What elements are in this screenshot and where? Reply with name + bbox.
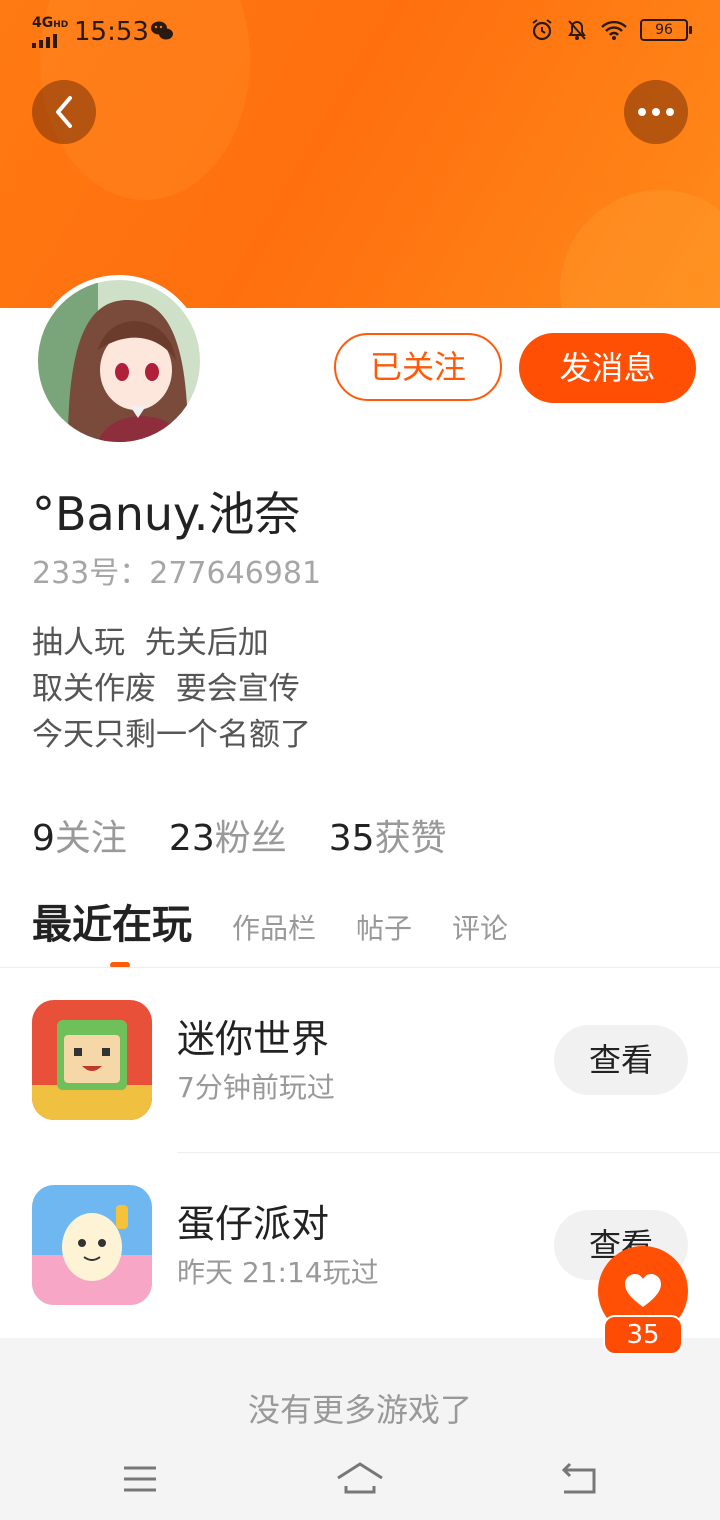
- game-last-played: 昨天 21:14玩过: [177, 1256, 379, 1289]
- network-indicator: 4GHD: [32, 16, 68, 48]
- bio: 抽人玩 先关后加 取关作废 要会宣传 今天只剩一个名额了: [32, 620, 311, 758]
- stat-followers[interactable]: 23粉丝: [169, 814, 287, 864]
- wechat-icon: [150, 20, 174, 47]
- status-bar: 4GHD 15:53 96: [0, 0, 720, 64]
- battery-icon: 96: [640, 19, 692, 41]
- bio-line: 今天只剩一个名额了: [32, 717, 311, 753]
- tab-recently-played[interactable]: 最近在玩: [32, 895, 192, 968]
- tab-posts[interactable]: 帖子: [356, 899, 412, 959]
- more-button[interactable]: [624, 80, 688, 144]
- heart-icon: [625, 1274, 661, 1307]
- stat-likes[interactable]: 35获赞: [329, 814, 447, 864]
- game-icon-eggy-party: [32, 1185, 152, 1305]
- bio-line: 抽人玩 先关后加: [32, 625, 269, 661]
- bio-line: 取关作废 要会宣传: [32, 671, 300, 707]
- send-message-button[interactable]: 发消息: [519, 333, 696, 403]
- return-icon: [561, 1462, 596, 1494]
- user-id: 233号：277646981: [32, 556, 322, 591]
- like-count-badge: 35: [603, 1315, 683, 1355]
- back-nav-button[interactable]: [550, 1454, 610, 1504]
- profile-stats: 9关注 23粉丝 35获赞: [32, 814, 447, 864]
- game-row[interactable]: 迷你世界 7分钟前玩过 查看: [0, 968, 720, 1152]
- view-button[interactable]: 查看: [554, 1025, 688, 1095]
- avatar[interactable]: [33, 275, 205, 447]
- mute-bell-icon: [568, 20, 586, 40]
- network-sub: HD: [53, 20, 69, 30]
- username: °Banuy.池奈: [32, 487, 301, 541]
- status-icons: 96: [530, 18, 692, 42]
- followed-button[interactable]: 已关注: [334, 333, 502, 401]
- game-last-played: 7分钟前玩过: [177, 1071, 335, 1104]
- home-icon: [337, 1462, 383, 1494]
- more-dots-icon: [638, 108, 674, 116]
- system-nav-bar: [0, 1440, 720, 1520]
- alarm-icon: [532, 19, 552, 41]
- menu-nav-button[interactable]: [110, 1454, 170, 1504]
- chevron-left-icon: [56, 96, 72, 128]
- status-time: 15:53: [74, 17, 149, 47]
- no-more-games-text: 没有更多游戏了: [247, 1391, 472, 1429]
- network-type: 4G: [32, 15, 54, 31]
- signal-icon: [32, 34, 68, 48]
- stat-following[interactable]: 9关注: [32, 814, 127, 864]
- tab-comments[interactable]: 评论: [452, 899, 508, 959]
- game-icon-mini-world: [32, 1000, 152, 1120]
- tab-works[interactable]: 作品栏: [232, 899, 316, 959]
- banner-decoration: [560, 190, 720, 308]
- back-button[interactable]: [32, 80, 96, 144]
- profile-tabs: 最近在玩 作品栏 帖子 评论: [32, 895, 508, 968]
- menu-icon: [124, 1466, 156, 1492]
- game-name: 蛋仔派对: [177, 1202, 330, 1246]
- home-nav-button[interactable]: [330, 1454, 390, 1504]
- game-name: 迷你世界: [177, 1017, 330, 1061]
- wifi-icon: [601, 20, 627, 40]
